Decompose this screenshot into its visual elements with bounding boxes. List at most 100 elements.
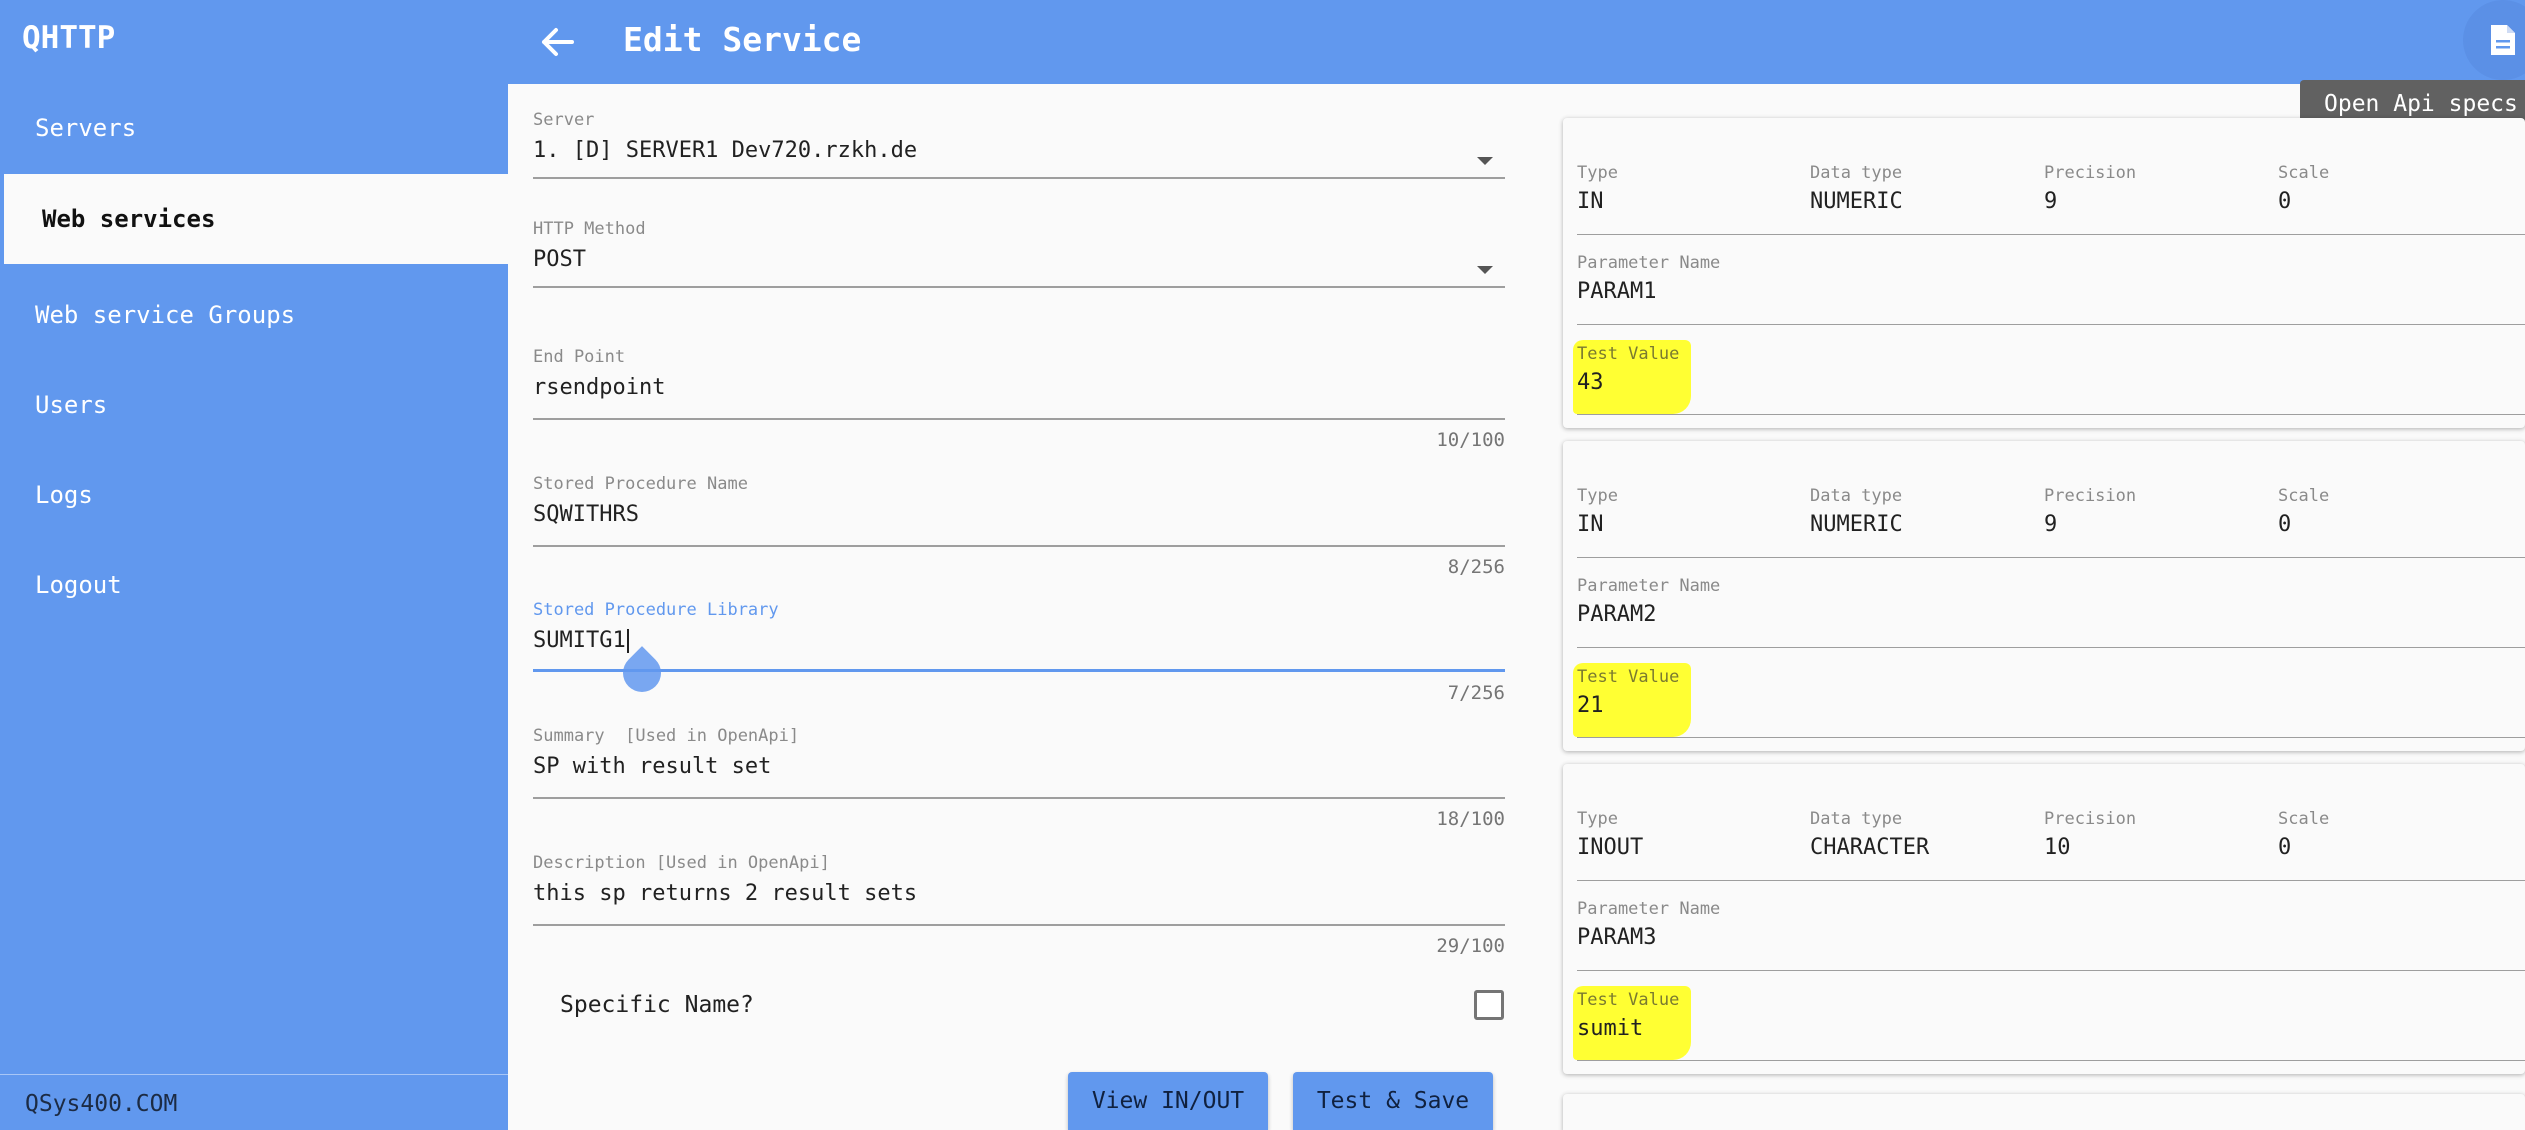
param-data-type-label: Data type: [1810, 486, 1903, 506]
end-point-field[interactable]: End Point rsendpoint 10/100: [533, 347, 1505, 451]
back-button[interactable]: [532, 18, 582, 66]
view-inout-button[interactable]: View IN/OUT: [1068, 1072, 1268, 1130]
divider: [1577, 324, 2525, 325]
test-value-field[interactable]: Test Value sumit: [1577, 990, 2507, 1041]
test-save-button[interactable]: Test & Save: [1293, 1072, 1493, 1130]
page-title: Edit Service: [623, 20, 862, 59]
param-data-type-value: NUMERIC: [1810, 512, 1903, 537]
test-value-value: sumit: [1577, 1016, 1644, 1041]
param-name-label: Parameter Name: [1577, 899, 1721, 919]
http-method-select[interactable]: HTTP Method POST: [533, 219, 1505, 288]
sp-name-field[interactable]: Stored Procedure Name SQWITHRS 8/256: [533, 474, 1505, 578]
http-method-label: HTTP Method: [533, 219, 646, 239]
param-type-label: Type: [1577, 809, 1618, 829]
sp-name-value: SQWITHRS: [533, 502, 639, 527]
parameter-card: Type IN Data type NUMERIC Precision 9 Scale 0 Pa…: [1563, 118, 2525, 428]
sidebar: QHTTP Servers Web services Web service G…: [0, 0, 508, 1130]
summary-label: Summary [Used in OpenApi]: [533, 726, 800, 746]
end-point-label: End Point: [533, 347, 626, 367]
param-precision-field: Precision 9: [2044, 486, 2136, 537]
param-data-type-label: Data type: [1810, 163, 1903, 183]
param-type-field: Type IN: [1577, 163, 1618, 214]
param-name-value: PARAM1: [1577, 279, 1657, 304]
test-value-label: Test Value: [1577, 344, 1680, 364]
sp-library-value-row: SUMITG1: [533, 628, 1505, 653]
description-underline: [533, 924, 1505, 926]
divider: [1577, 970, 2525, 971]
divider: [1577, 647, 2525, 648]
param-scale-field: Scale 0: [2278, 163, 2329, 214]
sp-name-underline: [533, 545, 1505, 547]
sidebar-item-logout[interactable]: Logout: [0, 540, 508, 630]
param-name-field[interactable]: Parameter Name PARAM1: [1577, 253, 2507, 304]
http-method-underline: [533, 286, 1505, 288]
param-scale-label: Scale: [2278, 809, 2330, 829]
param-type-value: IN: [1577, 189, 1604, 214]
param-name-field[interactable]: Parameter Name PARAM3: [1577, 899, 2507, 950]
sp-library-field[interactable]: Stored Procedure Library SUMITG1 7/256: [533, 600, 1505, 704]
param-scale-label: Scale: [2278, 486, 2330, 506]
sp-name-label: Stored Procedure Name: [533, 474, 748, 494]
end-point-counter: 10/100: [1436, 429, 1505, 451]
summary-field[interactable]: Summary [Used in OpenApi] SP with result…: [533, 726, 1505, 830]
param-type-field: Type IN: [1577, 486, 1618, 537]
http-method-value: POST: [533, 247, 586, 272]
sp-library-underline: [533, 669, 1505, 672]
test-value-label: Test Value: [1577, 990, 1680, 1010]
sp-name-counter: 8/256: [1447, 556, 1505, 578]
param-precision-label: Precision: [2044, 163, 2137, 183]
sp-library-value: SUMITG1: [533, 628, 626, 653]
description-field[interactable]: Description [Used in OpenApi] this sp re…: [533, 853, 1505, 957]
parameter-card-partial: [1563, 1094, 2525, 1130]
server-label: Server: [533, 110, 595, 130]
param-type-value: IN: [1577, 512, 1604, 537]
param-data-type-field: Data type CHARACTER: [1810, 809, 1929, 860]
test-value-value: 43: [1577, 370, 1604, 395]
param-type-label: Type: [1577, 486, 1618, 506]
sp-library-label: Stored Procedure Library: [533, 600, 779, 620]
param-scale-field: Scale 0: [2278, 809, 2329, 860]
text-selection-handle[interactable]: [615, 646, 669, 700]
divider: [1577, 880, 2525, 881]
param-precision-label: Precision: [2044, 486, 2137, 506]
param-type-label: Type: [1577, 163, 1618, 183]
description-counter: 29/100: [1436, 935, 1505, 957]
param-precision-field: Precision 9: [2044, 163, 2136, 214]
param-precision-value: 10: [2044, 835, 2071, 860]
test-value-field[interactable]: Test Value 21: [1577, 667, 2507, 718]
param-data-type-field: Data type NUMERIC: [1810, 163, 1903, 214]
specific-name-label: Specific Name?: [560, 992, 754, 1018]
param-data-type-label: Data type: [1810, 809, 1903, 829]
sidebar-item-servers[interactable]: Servers: [0, 83, 508, 173]
sidebar-item-web-services[interactable]: Web services: [4, 174, 508, 264]
param-scale-label: Scale: [2278, 163, 2330, 183]
open-api-specs-button[interactable]: [2463, 0, 2525, 80]
end-point-underline: [533, 418, 1505, 420]
param-precision-label: Precision: [2044, 809, 2137, 829]
end-point-value: rsendpoint: [533, 375, 666, 400]
sp-library-counter: 7/256: [1447, 682, 1505, 704]
test-value-field[interactable]: Test Value 43: [1577, 344, 2507, 395]
sidebar-footer: QSys400.COM: [0, 1074, 508, 1117]
text-caret: [626, 629, 629, 653]
description-label: Description [Used in OpenApi]: [533, 853, 830, 873]
sidebar-item-logs[interactable]: Logs: [0, 450, 508, 540]
param-type-field: Type INOUT: [1577, 809, 1643, 860]
param-name-value: PARAM3: [1577, 925, 1657, 950]
specific-name-row: Specific Name?: [560, 990, 1505, 1034]
divider: [1577, 1060, 2525, 1061]
sidebar-item-web-service-groups[interactable]: Web service Groups: [0, 270, 508, 360]
sidebar-item-users[interactable]: Users: [0, 360, 508, 450]
param-name-field[interactable]: Parameter Name PARAM2: [1577, 576, 2507, 627]
parameter-card: Type IN Data type NUMERIC Precision 9 Scale 0 Pa…: [1563, 441, 2525, 751]
summary-underline: [533, 797, 1505, 799]
test-value-label: Test Value: [1577, 667, 1680, 687]
chevron-down-icon: [1477, 266, 1493, 274]
server-select[interactable]: Server 1. [D] SERVER1 Dev720.rzkh.de: [533, 110, 1505, 179]
param-scale-field: Scale 0: [2278, 486, 2329, 537]
param-scale-value: 0: [2278, 835, 2292, 860]
specific-name-checkbox[interactable]: [1474, 990, 1504, 1020]
divider: [1577, 234, 2525, 235]
summary-counter: 18/100: [1436, 808, 1505, 830]
param-name-label: Parameter Name: [1577, 253, 1721, 273]
